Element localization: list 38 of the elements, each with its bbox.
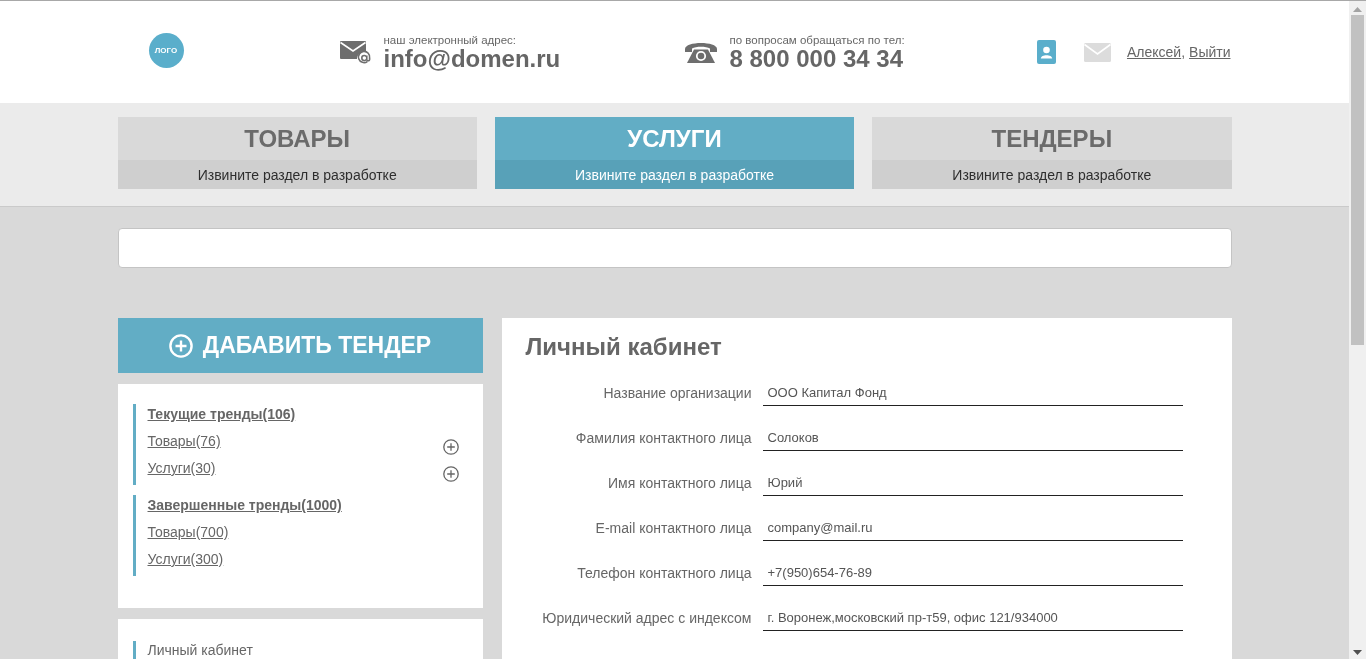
text-field[interactable]: Юрий bbox=[762, 470, 1183, 496]
email-label: наш электронный адрес: bbox=[383, 33, 518, 46]
envelope-icon[interactable] bbox=[1083, 42, 1111, 62]
email-address: info@domen.ru bbox=[383, 45, 561, 71]
category-link[interactable]: Завершенные тренды(1000) bbox=[147, 495, 342, 515]
telephone-icon bbox=[683, 40, 718, 64]
text-field[interactable]: Солоков bbox=[762, 425, 1183, 451]
phone-label: по вопросам обращаться по тел: bbox=[729, 33, 905, 46]
subcategory-link[interactable]: Услуги(300) bbox=[147, 549, 224, 569]
text-field[interactable]: +7(950)654-76-89 bbox=[762, 560, 1183, 586]
field-label: Юридический адрес с индексом bbox=[541, 610, 752, 626]
field-label: Фамилия контактного лица bbox=[574, 430, 752, 446]
page-title: Личный кабинет bbox=[525, 332, 723, 362]
phone-number: 8 800 000 34 34 bbox=[729, 45, 904, 71]
contact-card-icon[interactable] bbox=[1036, 40, 1056, 64]
scroll-up-icon[interactable] bbox=[1353, 7, 1362, 12]
text-field[interactable]: ООО Капитал Фонд bbox=[762, 380, 1183, 406]
logout-link[interactable]: Выйти bbox=[1189, 44, 1231, 60]
plus-circle-icon[interactable] bbox=[442, 439, 459, 455]
scrollbar-thumb[interactable] bbox=[1351, 15, 1364, 345]
text-field[interactable] bbox=[117, 228, 1232, 268]
text-field[interactable]: company@mail.ru bbox=[762, 515, 1183, 541]
plus-circle-icon bbox=[168, 333, 193, 358]
field-label: Имя контактного лица bbox=[607, 475, 752, 491]
plus-circle-icon[interactable] bbox=[442, 466, 459, 482]
category-link[interactable]: Текущие тренды(106) bbox=[147, 404, 296, 424]
subcategory-link[interactable]: Услуги(30) bbox=[147, 458, 216, 478]
subcategory-link[interactable]: Товары(700) bbox=[147, 522, 229, 542]
subcategory-link[interactable]: Товары(76) bbox=[147, 431, 221, 451]
field-label: Телефон контактного лица bbox=[576, 565, 752, 581]
mail-at-icon bbox=[339, 39, 372, 65]
field-label: E-mail контактного лица bbox=[594, 520, 752, 536]
scroll-down-icon[interactable] bbox=[1353, 650, 1362, 655]
account-links: Алексей, Выйти bbox=[1126, 44, 1231, 60]
field-label: Название организации bbox=[602, 385, 752, 401]
text-field[interactable]: г. Воронеж,московский пр-т59, офис 121/934000 bbox=[762, 605, 1183, 631]
menu-link[interactable]: Личный кабинет bbox=[147, 642, 253, 658]
user-link[interactable]: Алексей bbox=[1126, 44, 1182, 60]
